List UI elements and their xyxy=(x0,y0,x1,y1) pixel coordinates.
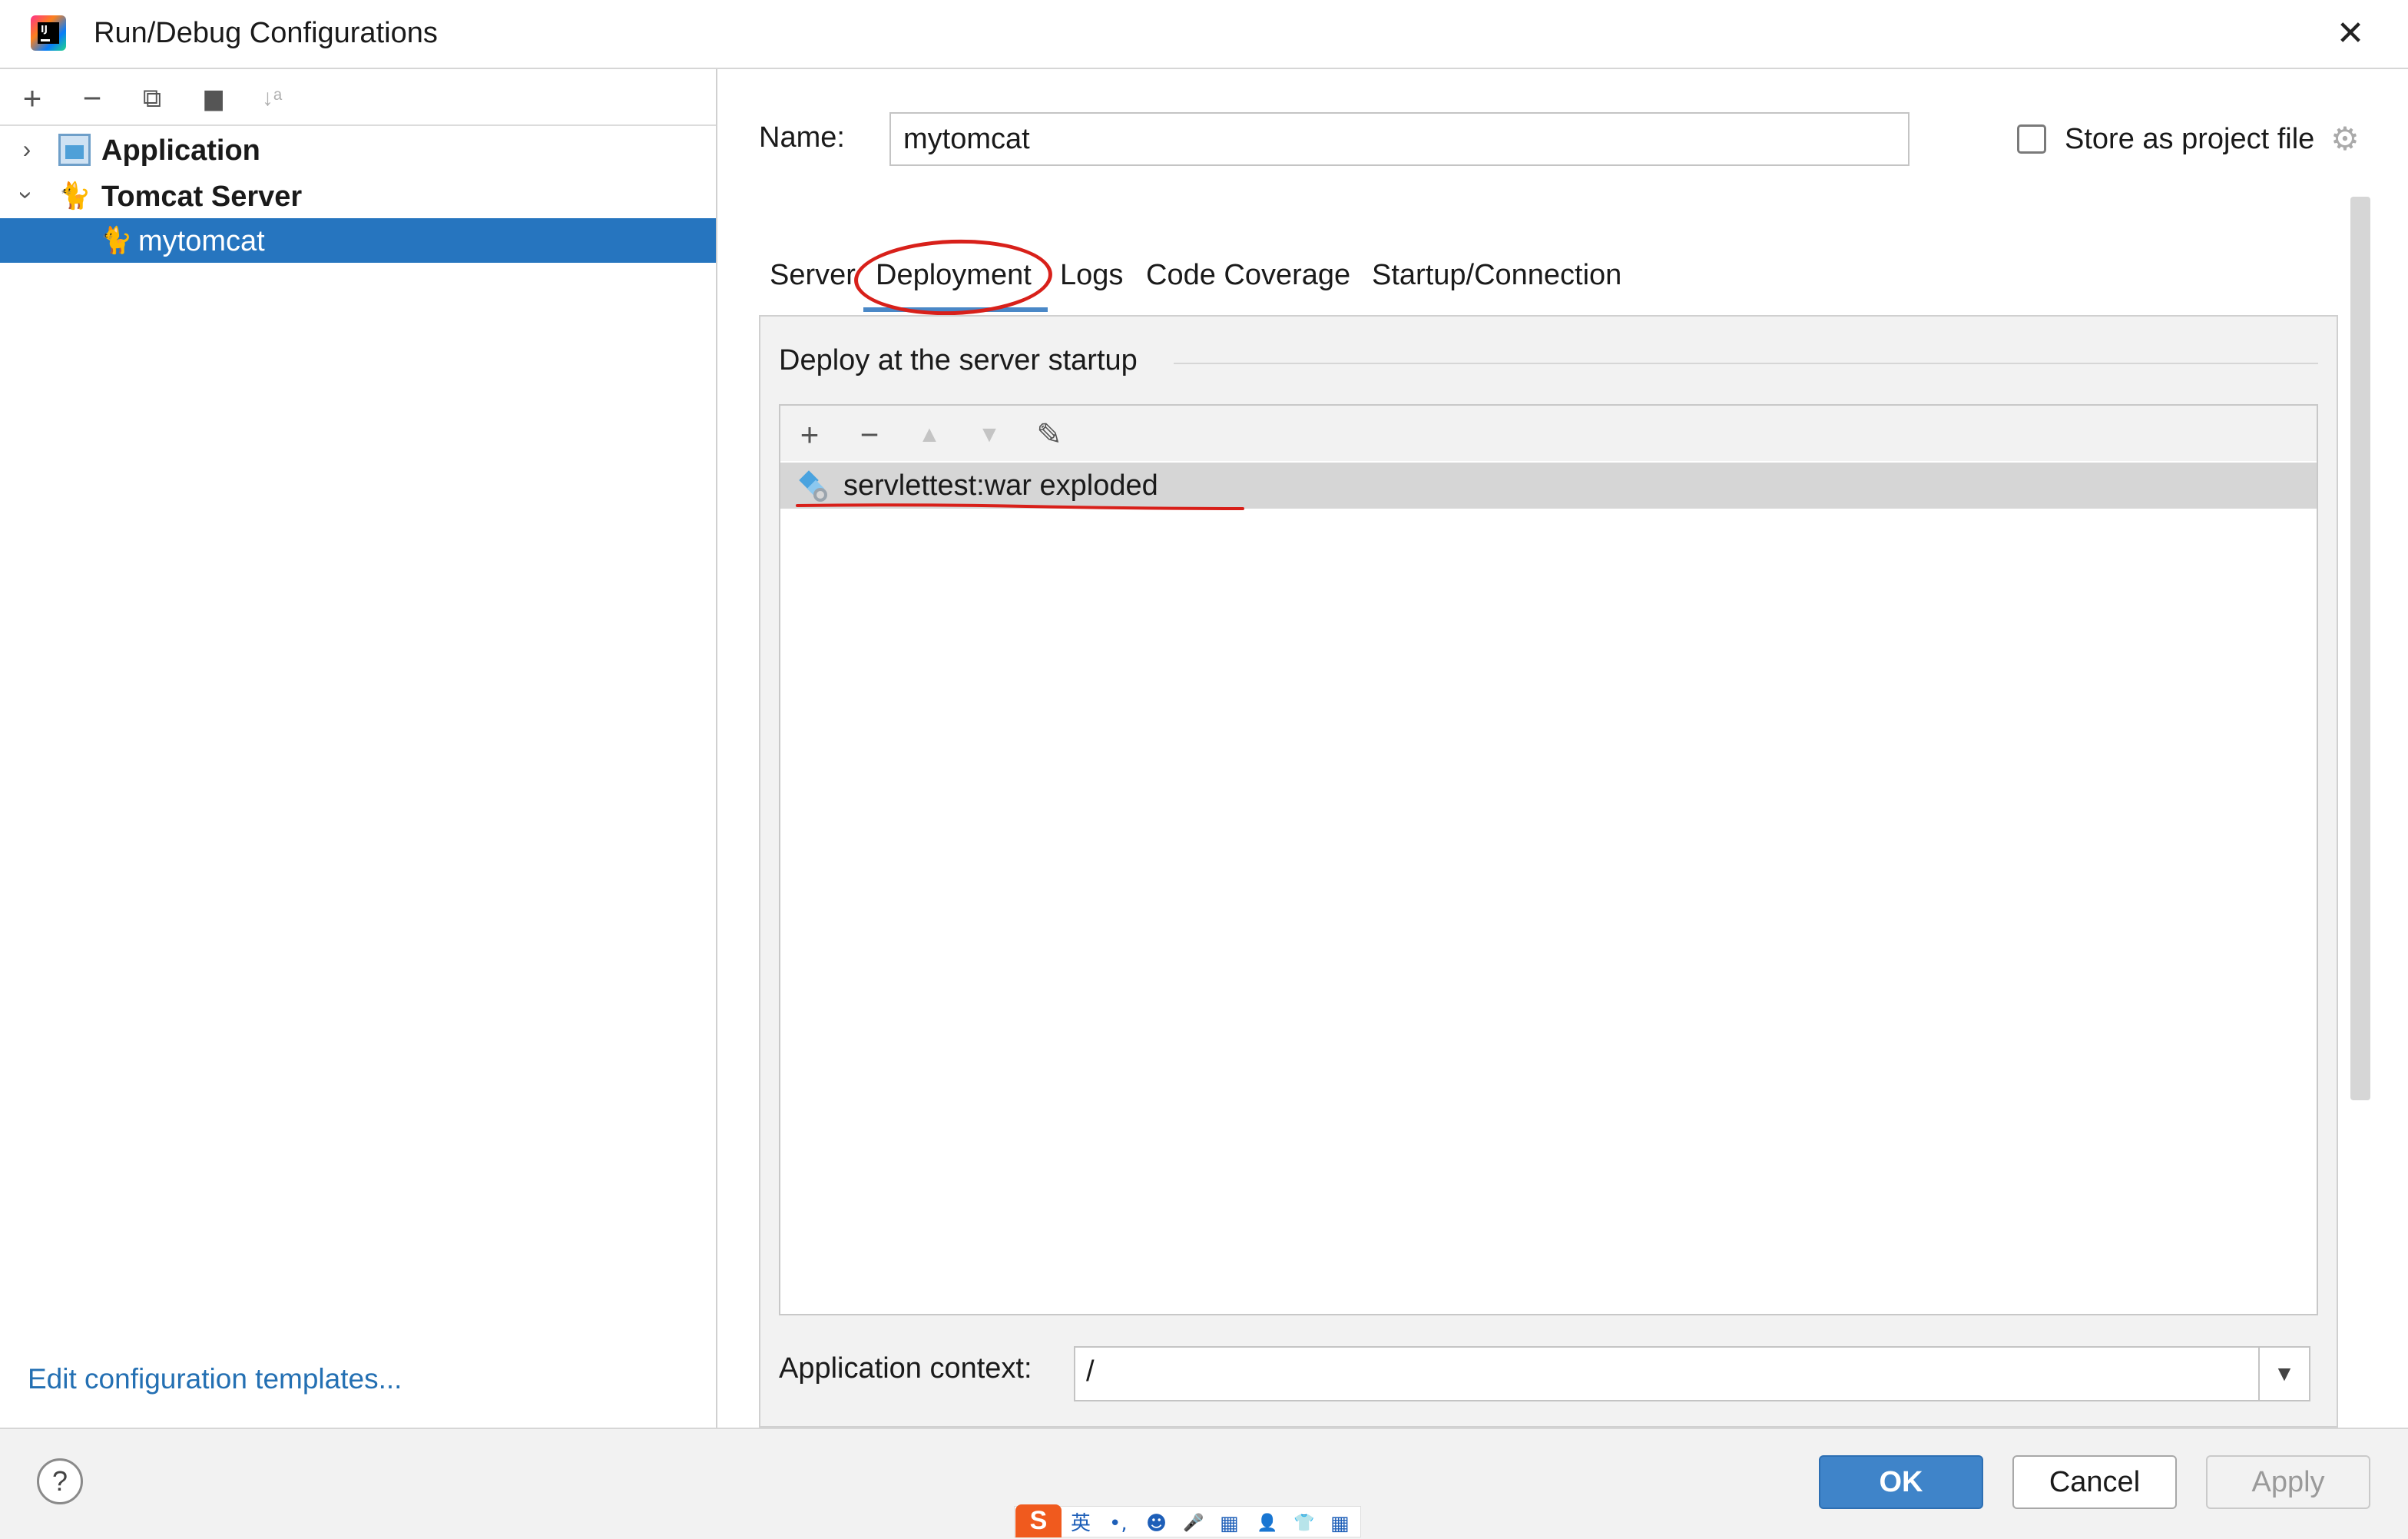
name-label: Name: xyxy=(759,121,845,154)
chevron-down-icon[interactable]: ▼ xyxy=(2258,1348,2309,1400)
tree-item-mytomcat[interactable]: 🐈 mytomcat xyxy=(0,218,716,263)
ime-emoji-icon[interactable]: ☻ xyxy=(1146,1511,1167,1537)
sort-icon[interactable]: ↓ᵃ xyxy=(253,80,290,117)
help-button[interactable]: ? xyxy=(37,1458,83,1504)
application-context-value: / xyxy=(1086,1355,1095,1388)
edit-artifact-icon[interactable]: ✎ xyxy=(1031,416,1068,453)
tomcat-icon: 🐈 xyxy=(100,226,133,255)
tab-server[interactable]: Server xyxy=(770,255,856,295)
copy-configuration-icon[interactable]: ⧉ xyxy=(134,80,171,117)
annotation-underline xyxy=(796,501,1244,512)
ime-user-icon[interactable]: 👤 xyxy=(1257,1511,1277,1537)
configuration-tree-panel xyxy=(0,69,717,1428)
configuration-toolbar: + − ⧉ ▆ ↓ᵃ xyxy=(0,69,716,126)
ime-toolbox-icon[interactable]: ▦ xyxy=(1330,1511,1350,1537)
application-context-label: Application context: xyxy=(779,1352,1032,1385)
artifact-list[interactable] xyxy=(779,404,2318,1315)
chevron-down-icon[interactable]: › xyxy=(8,184,45,207)
tree-item-application[interactable]: › Application xyxy=(0,128,716,172)
ime-skin-icon[interactable]: 👕 xyxy=(1293,1511,1314,1537)
artifact-icon xyxy=(797,470,831,504)
application-icon xyxy=(58,134,91,166)
edit-configuration-templates-link[interactable]: Edit configuration templates... xyxy=(28,1363,402,1395)
close-button[interactable]: ✕ xyxy=(2320,11,2381,57)
tree-item-label: Tomcat Server xyxy=(101,181,303,213)
deploy-at-startup-heading: Deploy at the server startup xyxy=(779,344,1138,376)
tree-item-label: mytomcat xyxy=(138,225,265,257)
gear-icon[interactable]: ⚙ xyxy=(2327,121,2363,157)
chevron-right-icon[interactable]: › xyxy=(15,131,38,167)
remove-artifact-icon[interactable]: − xyxy=(851,416,888,453)
move-up-icon[interactable]: ▲ xyxy=(911,416,948,453)
remove-configuration-icon[interactable]: − xyxy=(74,80,111,117)
tab-code-coverage[interactable]: Code Coverage xyxy=(1146,255,1350,295)
application-context-combobox[interactable] xyxy=(1074,1346,2310,1401)
intellij-app-icon: IJ xyxy=(31,15,66,51)
add-configuration-icon[interactable]: + xyxy=(14,80,51,117)
ime-punctuation-icon[interactable]: •, xyxy=(1109,1511,1128,1537)
tomcat-icon: 🐈 xyxy=(58,181,91,211)
move-down-icon[interactable]: ▼ xyxy=(971,416,1008,453)
sogou-ime-logo-icon[interactable]: S xyxy=(1015,1504,1062,1537)
new-folder-icon[interactable]: ▆ xyxy=(195,80,232,117)
store-as-project-file-label[interactable]: Store as project file xyxy=(2065,123,2314,156)
tree-item-label: Application xyxy=(101,134,260,167)
apply-button[interactable]: Apply xyxy=(2206,1455,2370,1509)
section-separator xyxy=(1174,363,2318,364)
tree-item-tomcat-server[interactable]: › 🐈 Tomcat Server xyxy=(0,174,716,218)
ok-button[interactable]: OK xyxy=(1819,1455,1983,1509)
ime-language-icon[interactable]: 英 xyxy=(1071,1511,1091,1537)
artifact-toolbar: + − ▲ ▼ ✎ xyxy=(780,406,2317,461)
add-artifact-icon[interactable]: + xyxy=(791,416,828,453)
tab-logs[interactable]: Logs xyxy=(1060,255,1123,295)
store-as-project-file-checkbox[interactable] xyxy=(2017,124,2046,154)
ime-voice-icon[interactable]: 🎤 xyxy=(1183,1511,1204,1537)
ime-keyboard-icon[interactable]: ▦ xyxy=(1220,1511,1239,1537)
artifact-label: servlettest:war exploded xyxy=(843,469,1158,502)
name-input[interactable]: mytomcat xyxy=(889,112,1910,166)
annotation-circle xyxy=(853,236,1054,319)
tab-startup-connection[interactable]: Startup/Connection xyxy=(1372,255,1621,295)
vertical-scrollbar[interactable] xyxy=(2350,197,2370,1100)
window-title: Run/Debug Configurations xyxy=(94,17,438,49)
cancel-button[interactable]: Cancel xyxy=(2012,1455,2177,1509)
